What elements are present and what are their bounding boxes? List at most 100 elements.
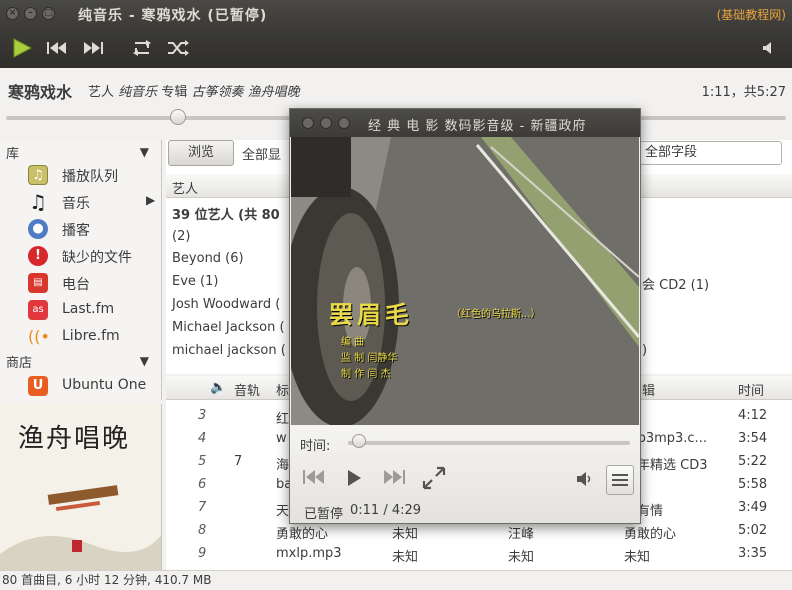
video-maximize-button[interactable] (338, 117, 350, 129)
minimize-window-button[interactable]: – (24, 7, 37, 20)
sidebar-item-label: Ubuntu One (62, 377, 147, 393)
artist-list-item[interactable]: (2) (172, 229, 190, 244)
track-cell-num: 8 (198, 523, 207, 538)
artist-list-item[interactable]: Eve (1) (172, 274, 218, 289)
sidebar-item-queue[interactable]: ♫ 播放队列 (0, 162, 160, 188)
album-list-item[interactable]: ) (642, 343, 647, 358)
expand-arrow-icon[interactable]: ▶ (146, 193, 155, 207)
play-button[interactable] (8, 35, 36, 61)
sidebar-item-radio[interactable]: ▤ 电台 (0, 270, 160, 296)
track-cell-album: 未知 (624, 550, 651, 565)
close-window-button[interactable]: × (6, 7, 19, 20)
now-playing-artist: 纯音乐 (118, 85, 158, 100)
track-cell-time: 5:58 (738, 477, 768, 492)
sidebar-item-librefm[interactable]: ((• Libre.fm (0, 324, 160, 350)
sidebar-item-label: 播客 (62, 223, 90, 239)
album-list-item[interactable]: 会 CD2 (1) (642, 274, 709, 293)
album-label: 专辑 (161, 85, 188, 100)
video-volume-button[interactable] (574, 471, 596, 491)
window-titlebar: × – □ 纯音乐 - 寒鸦戏水 (已暂停) (基础教程网) (0, 0, 792, 28)
artist-list-item[interactable]: michael jackson ( (172, 343, 286, 358)
time-label: 时间: (300, 439, 331, 454)
sidebar-item-label: Libre.fm (62, 328, 120, 344)
shuffle-button[interactable] (164, 35, 192, 61)
track-cell-num: 7 (198, 500, 207, 515)
sidebar-item-podcasts[interactable]: ● 播客 (0, 216, 160, 242)
video-window: 经 典 电 影 数码影音级 - 新疆政府 罢眉毛 （红色的乌拉斯...） 编 曲… (289, 108, 641, 524)
title-column-header[interactable]: 标 (276, 380, 289, 399)
toolbar (0, 28, 792, 68)
library-header[interactable]: 库 (6, 143, 19, 162)
window-title: 纯音乐 - 寒鸦戏水 (已暂停) (78, 8, 268, 24)
track-cell-num: 6 (198, 477, 207, 492)
video-close-button[interactable] (302, 117, 314, 129)
artist-list-item[interactable]: 39 位艺人 (共 80 (172, 204, 280, 223)
previous-icon (303, 470, 324, 484)
track-column-header[interactable]: 音轨 (234, 380, 260, 399)
music-note-icon: ♫ (29, 190, 47, 214)
table-row[interactable]: 9 mxlp.mp3 未知 未知 未知 3:35 (166, 544, 792, 566)
seek-handle[interactable] (169, 109, 186, 125)
artist-list-item[interactable]: Beyond (6) (172, 251, 244, 266)
now-playing-details: 艺人 纯音乐 专辑 古筝领奏 渔舟唱晚 (88, 81, 300, 100)
track-cell-artist: 未知 (392, 550, 419, 565)
sidebar-item-label: 电台 (62, 277, 90, 293)
sidebar-item-ubuntu-one[interactable]: U Ubuntu One (0, 373, 160, 399)
video-frame[interactable]: 罢眉毛 （红色的乌拉斯...） 编 曲 监 制 闫静华 制 作 闫 杰 (291, 137, 639, 425)
browse-scope-label[interactable]: 全部显 (242, 144, 281, 163)
status-bar: 80 首曲目, 6 小时 12 分钟, 410.7 MB (0, 570, 792, 590)
next-icon (384, 470, 405, 484)
track-cell-album: 勇敢的心 (624, 527, 677, 542)
artist-list-item[interactable]: Michael Jackson ( (172, 320, 285, 335)
video-play-button[interactable] (342, 469, 366, 493)
video-subtitle-note: （红色的乌拉斯...） (451, 309, 541, 320)
track-cell-title: 勇敢的心 (276, 527, 329, 542)
volume-button[interactable] (758, 35, 780, 61)
radio-icon: ▤ (28, 273, 48, 293)
table-row[interactable]: 8 勇敢的心 未知 汪峰 勇敢的心 5:02 (166, 521, 792, 543)
artist-column-label: 艺人 (172, 182, 199, 197)
now-playing-album: 古筝领奏 渔舟唱晚 (191, 85, 300, 100)
time-column-header[interactable]: 时间 (738, 380, 764, 399)
track-cell-genre: 汪峰 (508, 527, 535, 542)
video-seek-bar[interactable] (348, 441, 630, 445)
sidebar-item-label: 播放队列 (62, 169, 118, 185)
video-credit-line: 制 作 闫 杰 (341, 369, 391, 380)
track-cell-time: 3:49 (738, 500, 768, 515)
repeat-icon (133, 40, 151, 56)
store-header[interactable]: 商店 (6, 352, 32, 371)
next-icon (84, 42, 103, 54)
by-label: 艺人 (88, 85, 115, 100)
librefm-icon: ((• (28, 327, 50, 346)
track-cell-num: 9 (198, 546, 207, 561)
library-collapse-arrow[interactable]: ▼ (140, 145, 149, 159)
sidebar-item-lastfm[interactable]: as Last.fm (0, 297, 160, 323)
volume-icon (577, 472, 591, 486)
browse-button[interactable]: 浏览 (168, 140, 234, 166)
video-next-button[interactable] (380, 469, 408, 493)
video-minimize-button[interactable] (320, 117, 332, 129)
video-menu-button[interactable] (606, 465, 634, 495)
video-seek-handle[interactable] (352, 434, 367, 448)
sidebar-item-label: 缺少的文件 (62, 250, 132, 266)
search-input[interactable]: 全部字段 (636, 141, 782, 165)
sidebar-item-label: Last.fm (62, 301, 115, 317)
video-previous-button[interactable] (300, 469, 328, 493)
store-collapse-arrow[interactable]: ▼ (140, 354, 149, 368)
repeat-button[interactable] (128, 35, 156, 61)
video-time-readout: 0:11 / 4:29 (350, 503, 422, 518)
volume-icon (763, 42, 771, 54)
video-status: 已暂停 (304, 507, 344, 522)
sidebar-item-missing-files[interactable]: ! 缺少的文件 (0, 243, 160, 269)
maximize-window-button[interactable]: □ (42, 7, 55, 20)
next-button[interactable] (80, 35, 106, 61)
fullscreen-button[interactable] (420, 465, 448, 493)
album-column-header[interactable]: 辑 (642, 380, 655, 399)
podcast-icon: ● (28, 219, 48, 239)
sidebar: 库 ▼ ♫ 播放队列 ♫ 音乐 ▶ ● 播客 ! 缺少的文件 ▤ 电台 as L… (0, 140, 162, 400)
track-cell-genre: 未知 (508, 550, 535, 565)
previous-button[interactable] (44, 35, 70, 61)
playing-column-icon: 🔈 (210, 380, 227, 395)
sidebar-item-music[interactable]: ♫ 音乐 ▶ (0, 189, 160, 215)
artist-list-item[interactable]: Josh Woodward ( (172, 297, 280, 312)
